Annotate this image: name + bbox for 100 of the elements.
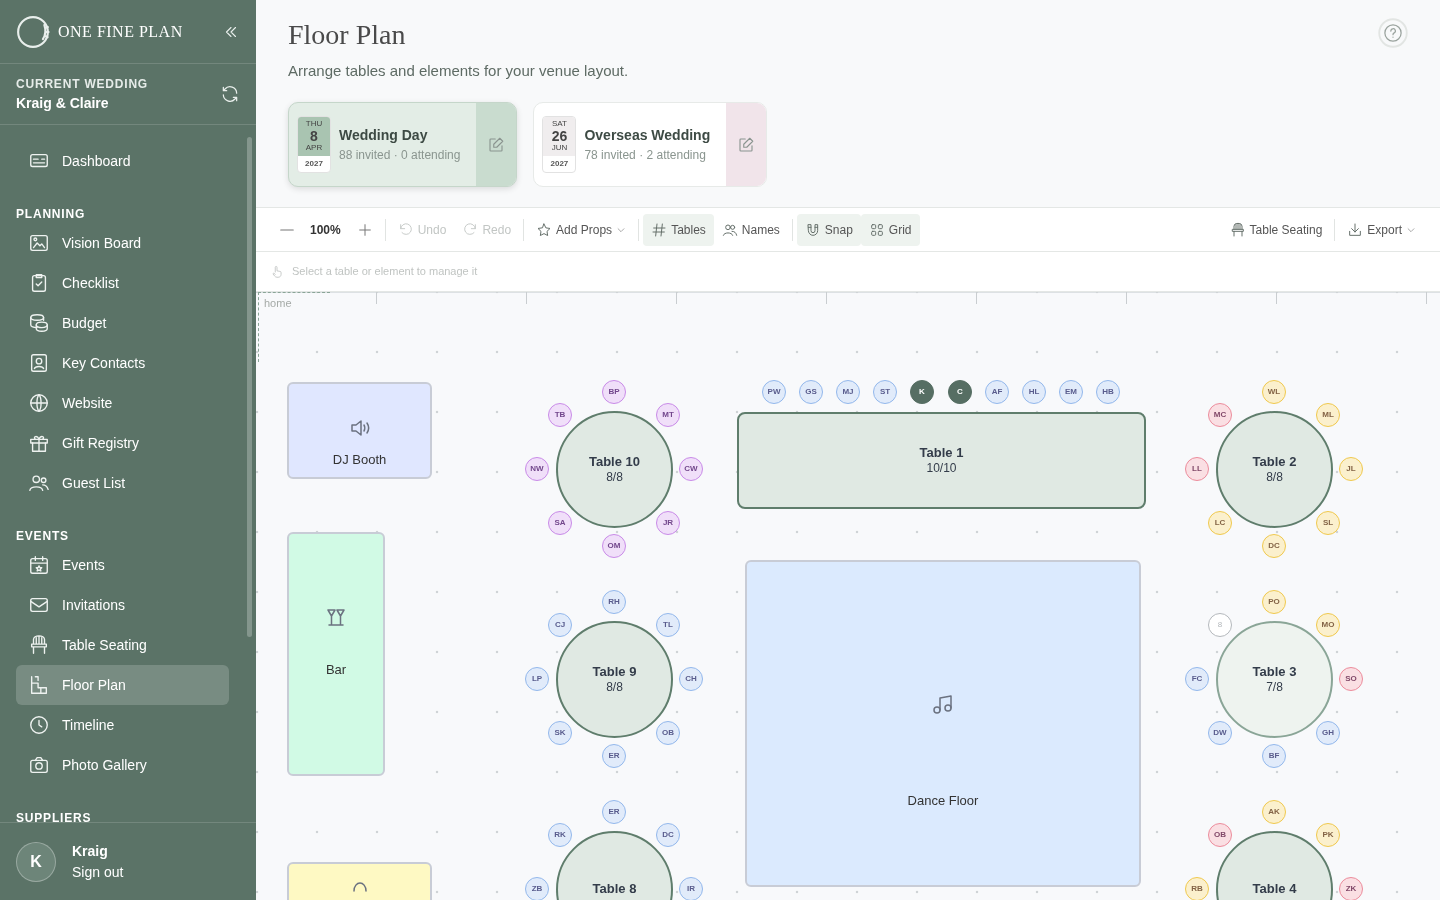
guest-seat[interactable]: C [948,380,972,405]
toolbar-button[interactable]: Table Seating [1221,213,1331,246]
guest-seat[interactable]: SO [1339,667,1363,692]
guest-seat[interactable]: FC [1185,667,1209,692]
guest-seat[interactable]: PK [1316,823,1340,848]
guest-seat[interactable]: PW [762,380,786,405]
guest-seat[interactable]: CH [679,667,703,692]
guest-seat[interactable]: RB [1185,877,1209,900]
toolbar-button[interactable]: Export [1339,213,1424,246]
image-icon [28,232,50,254]
star-icon [536,221,553,238]
guest-seat[interactable]: RH [602,590,626,615]
guest-seat[interactable]: OB [1208,823,1232,848]
toolbar-button[interactable]: Names [713,213,788,246]
toolbar-button[interactable]: Grid [860,213,920,246]
music-note-icon [931,692,955,717]
guest-seat[interactable]: CW [679,457,703,482]
guest-seat[interactable]: LC [1208,511,1232,536]
nav-item[interactable]: Checklist [16,263,229,303]
scrollbar[interactable] [247,137,252,637]
nav-item[interactable]: Floor Plan [16,665,229,705]
nav-item[interactable]: Dashboard [16,141,229,181]
guest-seat[interactable]: DW [1208,721,1232,746]
nav-item[interactable]: Invitations [16,585,229,625]
guest-seat[interactable]: ML [1316,403,1340,428]
guest-seat[interactable]: MO [1316,613,1340,638]
guest-seat[interactable]: RK [548,823,572,848]
user-avatar[interactable]: K [16,841,56,882]
guest-seat[interactable]: BF [1262,744,1286,769]
nav-item[interactable]: Table Seating [16,625,229,665]
toolbar-button[interactable]: Add Props [528,213,635,246]
undo-icon [397,221,414,238]
guest-seat[interactable]: DC [1262,534,1286,559]
guest-seat[interactable]: TB [548,403,572,428]
guest-seat[interactable]: ER [602,800,626,825]
guest-seat[interactable]: LL [1185,457,1209,482]
event-card[interactable]: THU 8 APR 2027 Wedding Day 88 invited · 0 attending [288,102,518,188]
guest-seat[interactable]: DC [656,823,680,848]
guest-seat[interactable]: NW [525,457,549,482]
guest-seat[interactable]: SA [548,511,572,536]
refresh-icon[interactable] [220,84,240,104]
guest-seat[interactable]: LP [525,667,549,692]
section-heading: SUPPLIERS [16,810,93,822]
nav-item[interactable]: Photo Gallery [16,745,229,785]
guest-seat[interactable]: MT [656,403,680,428]
guest-seat[interactable]: JR [656,511,680,536]
guest-seat[interactable]: ZB [525,877,549,900]
edit-button[interactable] [726,103,767,187]
toolbar-button[interactable]: Snap [796,213,861,246]
guest-seat[interactable]: ER [602,744,626,769]
nav-item[interactable]: Website [16,383,229,423]
edit-button[interactable] [476,103,517,187]
brand-name: ONE FINE PLAN [58,21,184,42]
guest-seat[interactable]: ZK [1339,877,1363,900]
sign-out-link[interactable]: Sign out [72,861,124,883]
guest-seat[interactable]: WL [1262,380,1286,405]
section-label: CURRENT WEDDING [16,75,149,93]
guest-seat[interactable]: ST [873,380,897,405]
guest-seat[interactable]: SK [548,721,572,746]
grid-icon [868,221,885,238]
event-name: Overseas Wedding [584,126,711,146]
nav-item[interactable]: Gift Registry [16,423,229,463]
page-subtitle: Arrange tables and elements for your venue layout. [288,60,629,81]
guest-seat[interactable]: JL [1339,457,1363,482]
day-number: 26 [550,128,569,145]
guest-seat[interactable]: K [910,380,934,405]
guest-seat[interactable]: SL [1316,511,1340,536]
bar-counter[interactable]: Bar [287,532,385,777]
guest-seat[interactable]: EM [1059,380,1083,405]
guest-seat[interactable]: HL [1022,380,1046,405]
zoom-level: 100% [309,221,342,239]
guest-seat[interactable]: AK [1262,800,1286,825]
guest-seat[interactable]: CJ [548,613,572,638]
guest-seat[interactable]: BP [602,380,626,405]
guest-seat[interactable]: MJ [836,380,860,405]
day-number: 8 [309,128,319,145]
nav-item[interactable]: Timeline [16,705,229,745]
guest-seat[interactable]: AF [985,380,1009,405]
guest-seat[interactable]: GH [1316,721,1340,746]
guest-seat[interactable]: GS [799,380,823,405]
contact-icon [28,352,50,374]
toolbar-button[interactable]: Tables [643,213,714,246]
guest-seat[interactable]: OM [602,534,626,559]
guest-seat[interactable]: MC [1208,403,1232,428]
guest-seat[interactable]: PO [1262,590,1286,615]
guest-seat[interactable]: OB [656,721,680,746]
nav-item[interactable]: Budget [16,303,229,343]
plus-icon [356,221,373,238]
guest-seat[interactable]: IR [679,877,703,900]
dj-booth[interactable]: DJ Booth [287,382,432,480]
nav-item[interactable]: Key Contacts [16,343,229,383]
help-icon[interactable] [1378,18,1408,48]
nav-item[interactable]: Vision Board [16,223,229,263]
nav-item[interactable]: Events [16,545,229,585]
dance-floor[interactable]: Dance Floor [745,560,1141,888]
nav-item[interactable]: Guest List [16,463,229,503]
guest-seat[interactable]: TL [656,613,680,638]
seating-table[interactable]: Table 1 10/10 [737,412,1146,510]
event-card[interactable]: SAT 26 JUN 2027 Overseas Wedding 78 invited · 2 attending [533,102,768,188]
guest-seat[interactable]: HB [1096,380,1120,405]
